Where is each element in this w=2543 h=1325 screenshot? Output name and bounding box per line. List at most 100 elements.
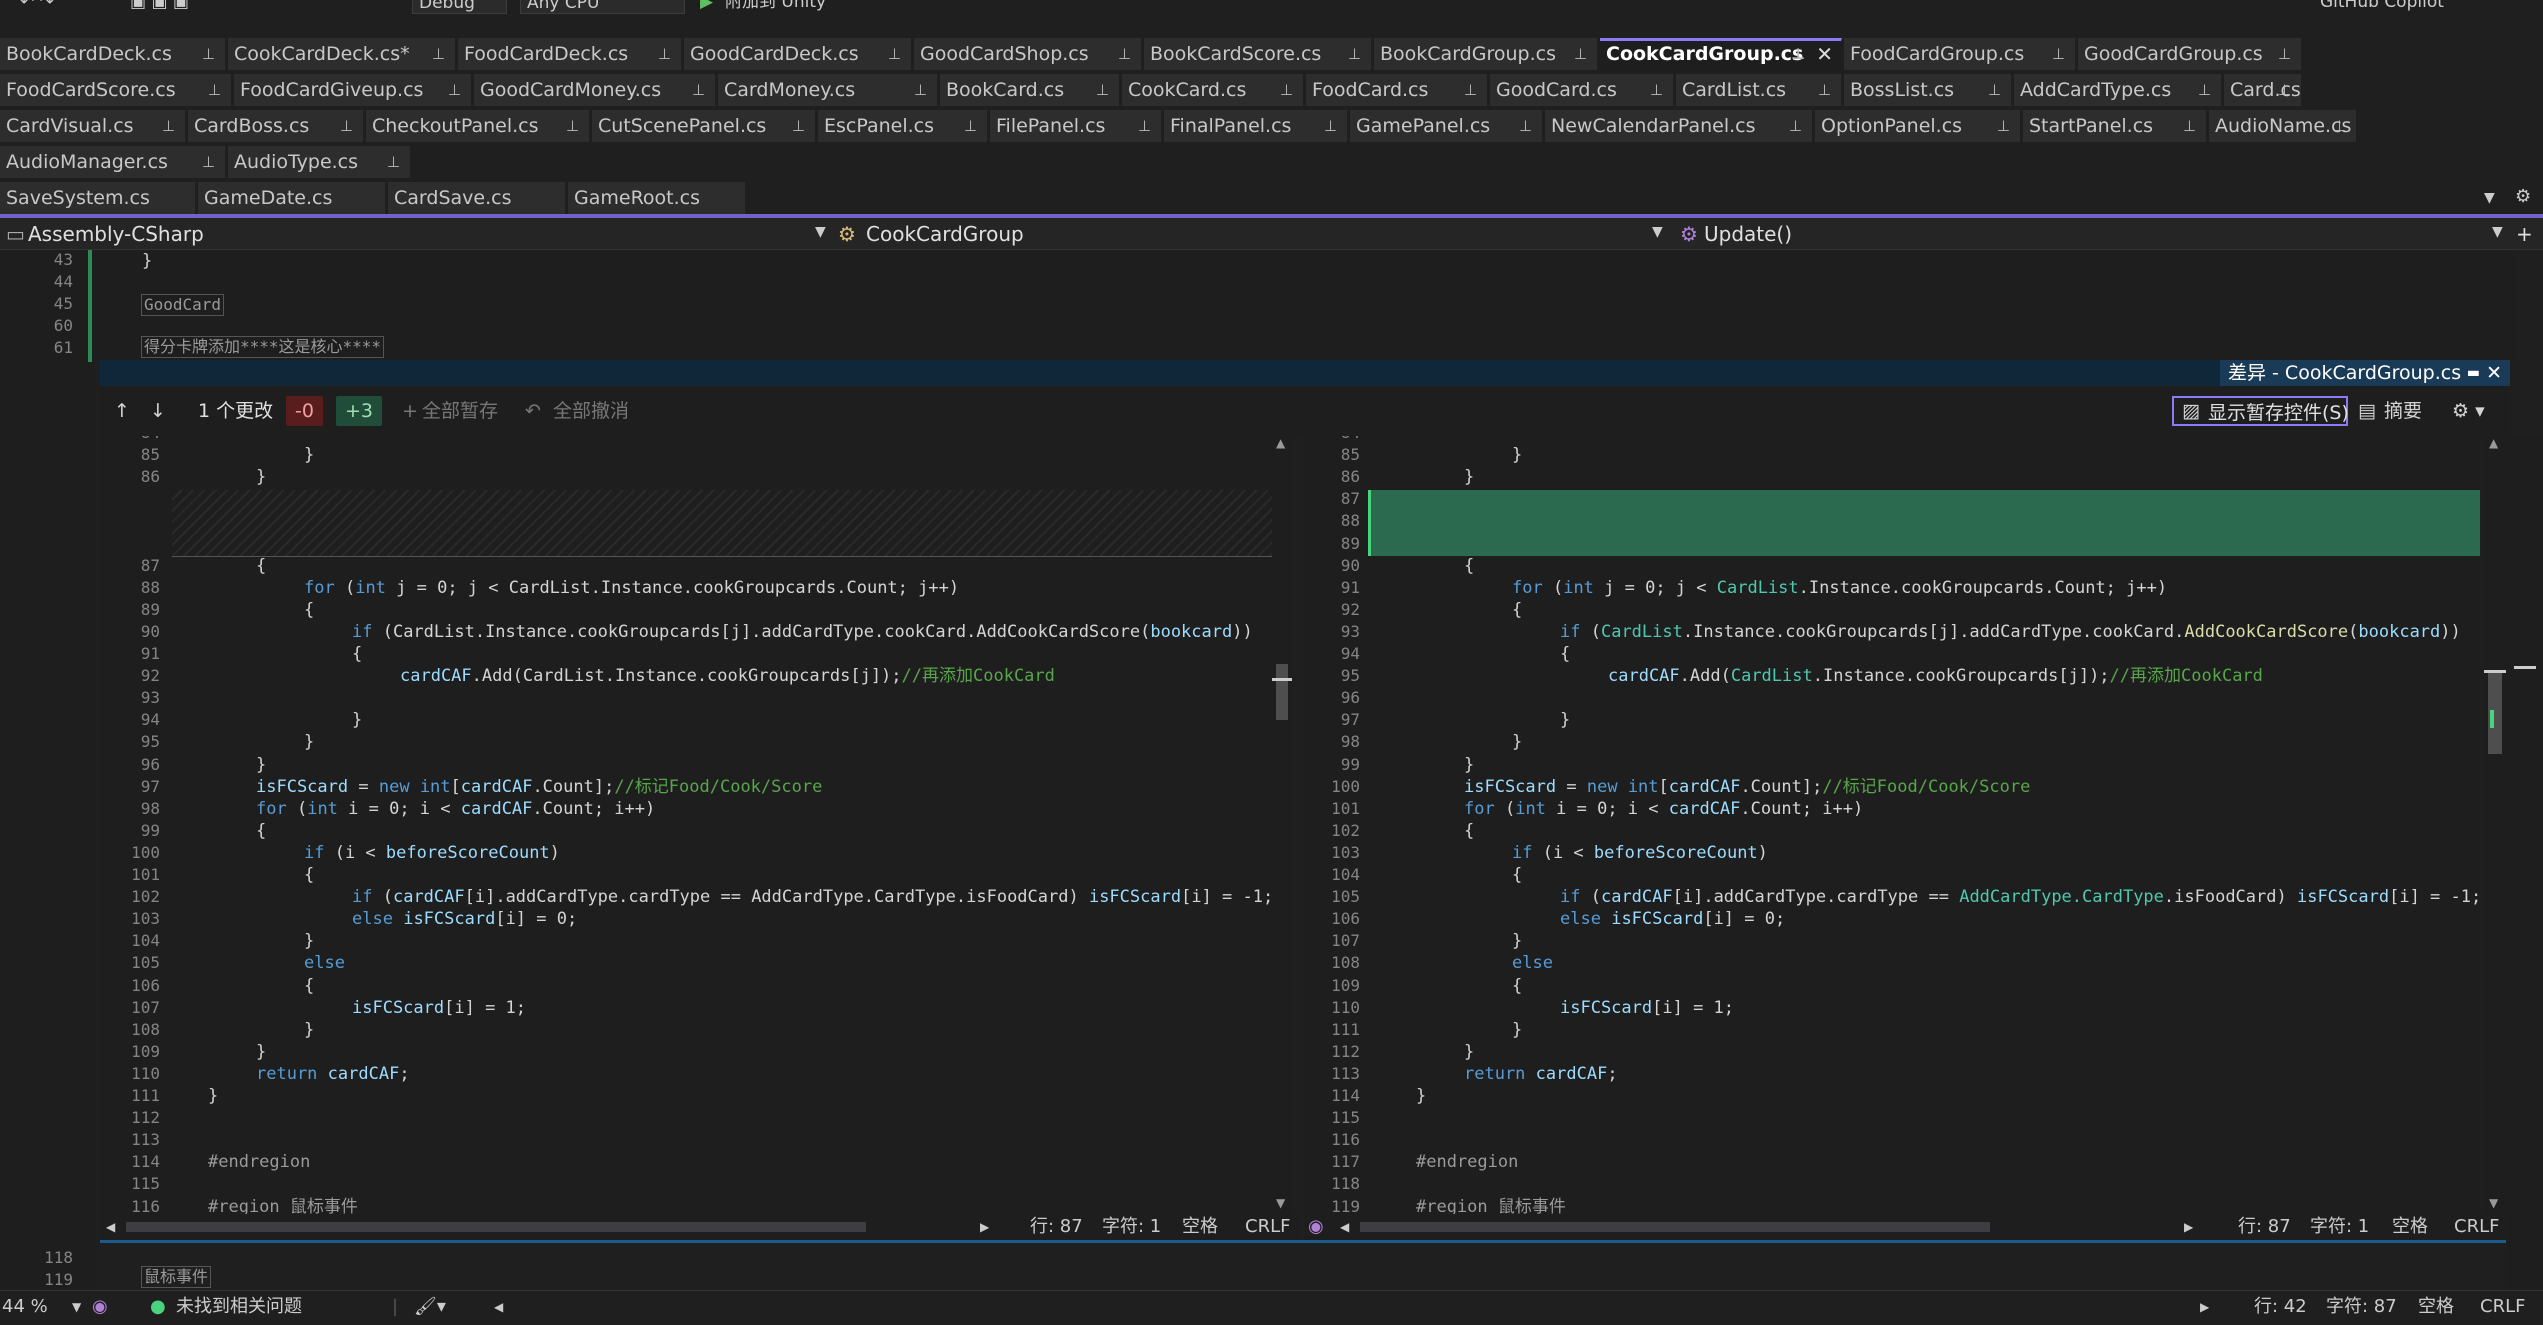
collapsed-region[interactable]: 得分卡牌添加****这是核心**** [141, 336, 385, 358]
tab-checkoutpanel-cs[interactable]: CheckoutPanel.cs ⊥ [366, 110, 590, 142]
chevron-down-icon[interactable]: ▼ [815, 224, 826, 240]
pin-icon[interactable]: ⊥ [1138, 110, 1151, 142]
pin-icon[interactable]: ⊥ [340, 110, 353, 142]
tab-savesystem-cs[interactable]: SaveSystem.cs [0, 182, 196, 214]
tab-goodcarddeck-cs[interactable]: GoodCardDeck.cs ⊥ [684, 38, 912, 70]
project-dropdown[interactable]: Assembly-CSharp [28, 220, 204, 248]
vertical-scrollbar[interactable]: ▲ ▼ [1272, 436, 1292, 1216]
tab-gameroot-cs[interactable]: GameRoot.cs [568, 182, 746, 214]
next-change-icon[interactable]: ↓ [150, 396, 166, 426]
pin-icon[interactable]: ⊥ [1324, 110, 1337, 142]
tab-audiomanager-cs[interactable]: AudioManager.cs ⊥ [0, 146, 226, 178]
class-dropdown[interactable]: CookCardGroup [866, 220, 1024, 248]
tab-bookcardgroup-cs[interactable]: BookCardGroup.cs ⊥ [1374, 38, 1598, 70]
stage-all-button[interactable]: 全部暂存 [422, 396, 498, 426]
tab-goodcardmoney-cs[interactable]: GoodCardMoney.cs ⊥ [474, 74, 716, 106]
horizontal-scrollbar[interactable] [126, 1222, 866, 1232]
pin-icon[interactable]: ⊥ [2278, 38, 2291, 70]
collapsed-region[interactable]: GoodCard [141, 294, 225, 316]
summary-button[interactable]: 摘要 [2384, 396, 2422, 426]
pin-icon[interactable]: ⊥ [1118, 38, 1131, 70]
run-icon[interactable]: ▶ [700, 0, 713, 14]
tab-cardsave-cs[interactable]: CardSave.cs [388, 182, 566, 214]
tab-card-cs[interactable]: Card.cs ⊥ [2224, 74, 2302, 106]
chevron-down-icon[interactable]: ▼ [1652, 224, 1663, 240]
pin-icon[interactable]: ⊥ [1519, 110, 1532, 142]
split-icon[interactable]: + [2516, 220, 2533, 248]
previous-change-icon[interactable]: ↑ [114, 396, 130, 426]
tab-bosslist-cs[interactable]: BossList.cs ⊥ [1844, 74, 2012, 106]
close-icon[interactable]: ✕ [2486, 360, 2502, 386]
pin-icon[interactable]: ⊥ [1348, 38, 1361, 70]
tab-overflow-icon[interactable]: ▼ [2484, 190, 2495, 206]
tab-cardboss-cs[interactable]: CardBoss.cs ⊥ [188, 110, 364, 142]
indent-mode[interactable]: 空格 [2392, 1214, 2428, 1240]
pin-icon[interactable]: ⊥ [914, 74, 927, 106]
tab-foodcardscore-cs[interactable]: FoodCardScore.cs ⊥ [0, 74, 232, 106]
diff-right-pane[interactable]: 8485868788899091929394959697989910010110… [1304, 436, 2480, 1216]
undo-icon[interactable]: ↶ ↷ [20, 0, 54, 14]
save-icon[interactable]: ▣ ▣ ▣ [130, 0, 189, 14]
tab-audioname-cs[interactable]: AudioName.cs ⊥ [2209, 110, 2357, 142]
diff-tab[interactable]: 差异 - CookCardGroup.cs ▬ ✕ [2220, 360, 2510, 386]
config-select[interactable]: Debug [412, 0, 507, 14]
revert-all-button[interactable]: 全部撤消 [553, 396, 629, 426]
pin-icon[interactable]: ⊥ [658, 38, 671, 70]
pin-icon[interactable]: ⊥ [1791, 41, 1805, 68]
tab-foodcarddeck-cs[interactable]: FoodCardDeck.cs ⊥ [458, 38, 682, 70]
pin-icon[interactable]: ⊥ [566, 110, 579, 142]
pin-icon[interactable]: ⊥ [1464, 74, 1477, 106]
arrow-down-icon[interactable]: ▼ [1276, 1196, 1285, 1210]
pin-icon[interactable]: ⊥ [162, 110, 175, 142]
line-ending[interactable]: CRLF [1245, 1214, 1290, 1240]
pin-icon[interactable]: ⊥ [1818, 74, 1831, 106]
tab-cardlist-cs[interactable]: CardList.cs ⊥ [1676, 74, 1842, 106]
issues-status[interactable]: 未找到相关问题 [176, 1291, 302, 1323]
line-ending[interactable]: CRLF [2454, 1214, 2499, 1240]
diff-left-pane[interactable]: 848586 87888990 91 9293949596979899100 101 10… [100, 436, 1272, 1216]
scroll-left-icon[interactable]: ◀ [494, 1291, 503, 1323]
scroll-left-icon[interactable]: ◀ [1340, 1214, 1349, 1240]
pin-icon[interactable]: ⊥ [202, 38, 215, 70]
arrow-up-icon[interactable]: ▲ [2489, 436, 2498, 450]
pin-icon[interactable]: ⊥ [1280, 74, 1293, 106]
settings-icon[interactable]: ⚙ ▾ [2452, 396, 2485, 426]
tab-gamedate-cs[interactable]: GameDate.cs [198, 182, 386, 214]
tab-foodcard-cs[interactable]: FoodCard.cs ⊥ [1306, 74, 1488, 106]
tab-cookcarddeck-cs[interactable]: CookCardDeck.cs* ⊥ [228, 38, 456, 70]
chevron-down-icon[interactable]: ▼ [2492, 224, 2503, 240]
pin-icon[interactable]: ⊥ [1096, 74, 1109, 106]
tab-bookcardscore-cs[interactable]: BookCardScore.cs ⊥ [1144, 38, 1372, 70]
tab-cardvisual-cs[interactable]: CardVisual.cs ⊥ [0, 110, 186, 142]
pin-icon[interactable]: ⊥ [2052, 38, 2065, 70]
copilot-button[interactable]: GitHub Copilot [2320, 0, 2444, 14]
scrollbar-thumb[interactable] [1276, 664, 1288, 720]
line-ending[interactable]: CRLF [2480, 1291, 2525, 1323]
arrow-down-icon[interactable]: ▼ [2489, 1196, 2498, 1210]
tab-goodcardgroup-cs[interactable]: GoodCardGroup.cs ⊥ [2078, 38, 2302, 70]
pin-icon[interactable]: ⊥ [888, 38, 901, 70]
pin-icon[interactable]: ⊥ [432, 38, 445, 70]
pin-icon[interactable]: ⊥ [202, 146, 215, 178]
tab-foodcardgiveup-cs[interactable]: FoodCardGiveup.cs ⊥ [234, 74, 472, 106]
tab-newcalendarpanel-cs[interactable]: NewCalendarPanel.cs ⊥ [1545, 110, 1813, 142]
tab-bookcard-cs[interactable]: BookCard.cs ⊥ [940, 74, 1120, 106]
pin-icon[interactable]: ⊥ [2183, 110, 2196, 142]
indent-mode[interactable]: 空格 [1182, 1214, 1218, 1240]
pin-icon[interactable]: ⊥ [964, 110, 977, 142]
pin-icon[interactable]: ⊥ [2333, 110, 2346, 142]
chevron-down-icon[interactable]: ▼ [72, 1291, 81, 1323]
tab-foodcardgroup-cs[interactable]: FoodCardGroup.cs ⊥ [1844, 38, 2076, 70]
gear-icon[interactable]: ⚙ [2515, 186, 2531, 207]
pin-icon[interactable]: ⊥ [692, 74, 705, 106]
pin-icon[interactable]: ⊥ [1574, 38, 1587, 70]
tab-cookcard-cs[interactable]: CookCard.cs ⊥ [1122, 74, 1304, 106]
pin-icon[interactable]: ⊥ [208, 74, 221, 106]
tab-finalpanel-cs[interactable]: FinalPanel.cs ⊥ [1164, 110, 1348, 142]
tab-escpanel-cs[interactable]: EscPanel.cs ⊥ [818, 110, 988, 142]
tab-addcardtype-cs[interactable]: AddCardType.cs ⊥ [2014, 74, 2222, 106]
pin-icon[interactable]: ⊥ [448, 74, 461, 106]
pin-icon[interactable]: ▬ [2467, 360, 2480, 386]
tab-goodcard-cs[interactable]: GoodCard.cs ⊥ [1490, 74, 1674, 106]
copilot-icon[interactable]: ◉ [92, 1291, 108, 1323]
